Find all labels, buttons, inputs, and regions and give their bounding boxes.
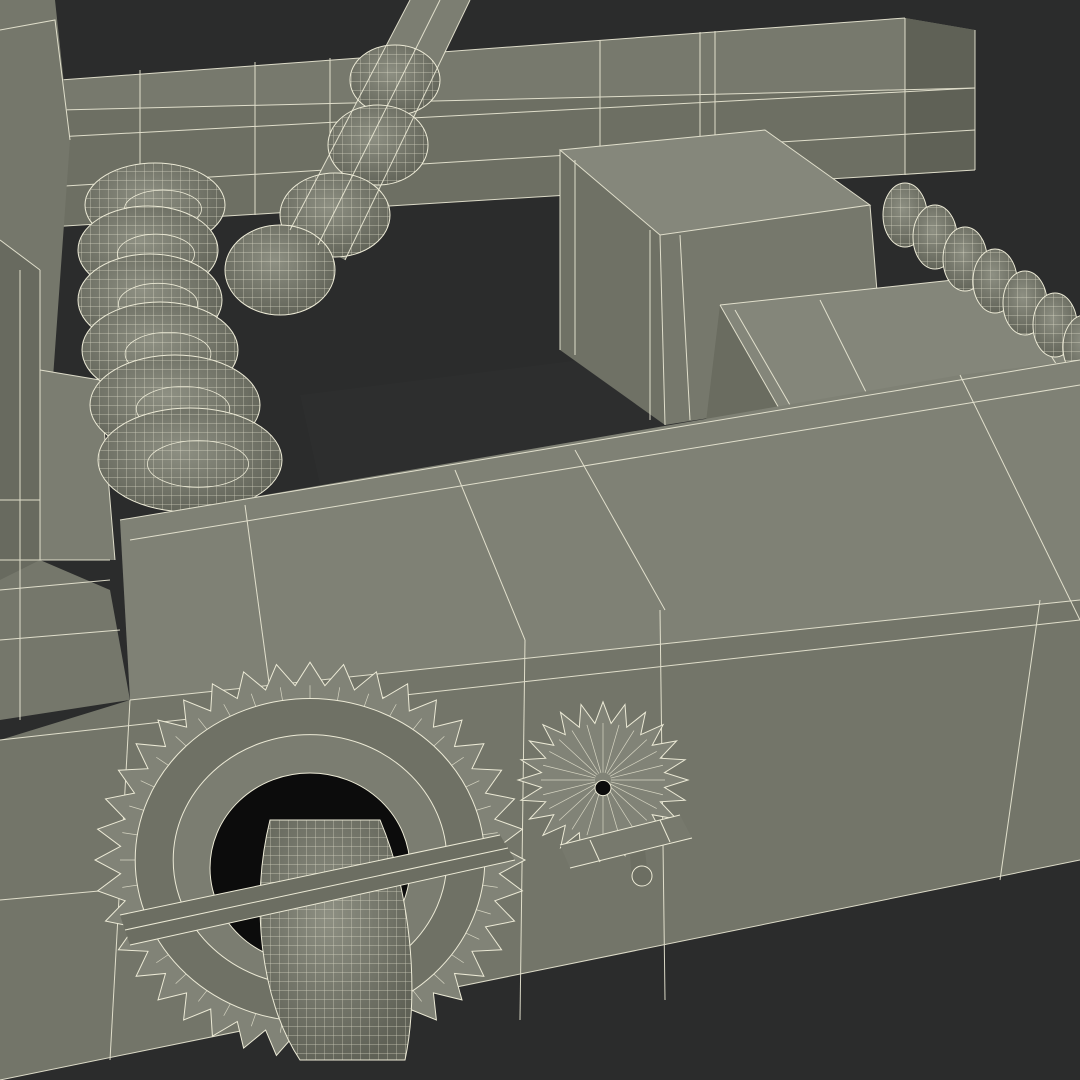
rope-twist bbox=[224, 224, 336, 316]
spring-coil bbox=[97, 407, 283, 513]
rope-loop bbox=[259, 819, 413, 1061]
wireframe-render bbox=[0, 0, 1080, 1080]
rope-twist bbox=[349, 44, 441, 116]
gear-hole bbox=[594, 779, 612, 797]
render-viewport bbox=[0, 0, 1080, 1080]
